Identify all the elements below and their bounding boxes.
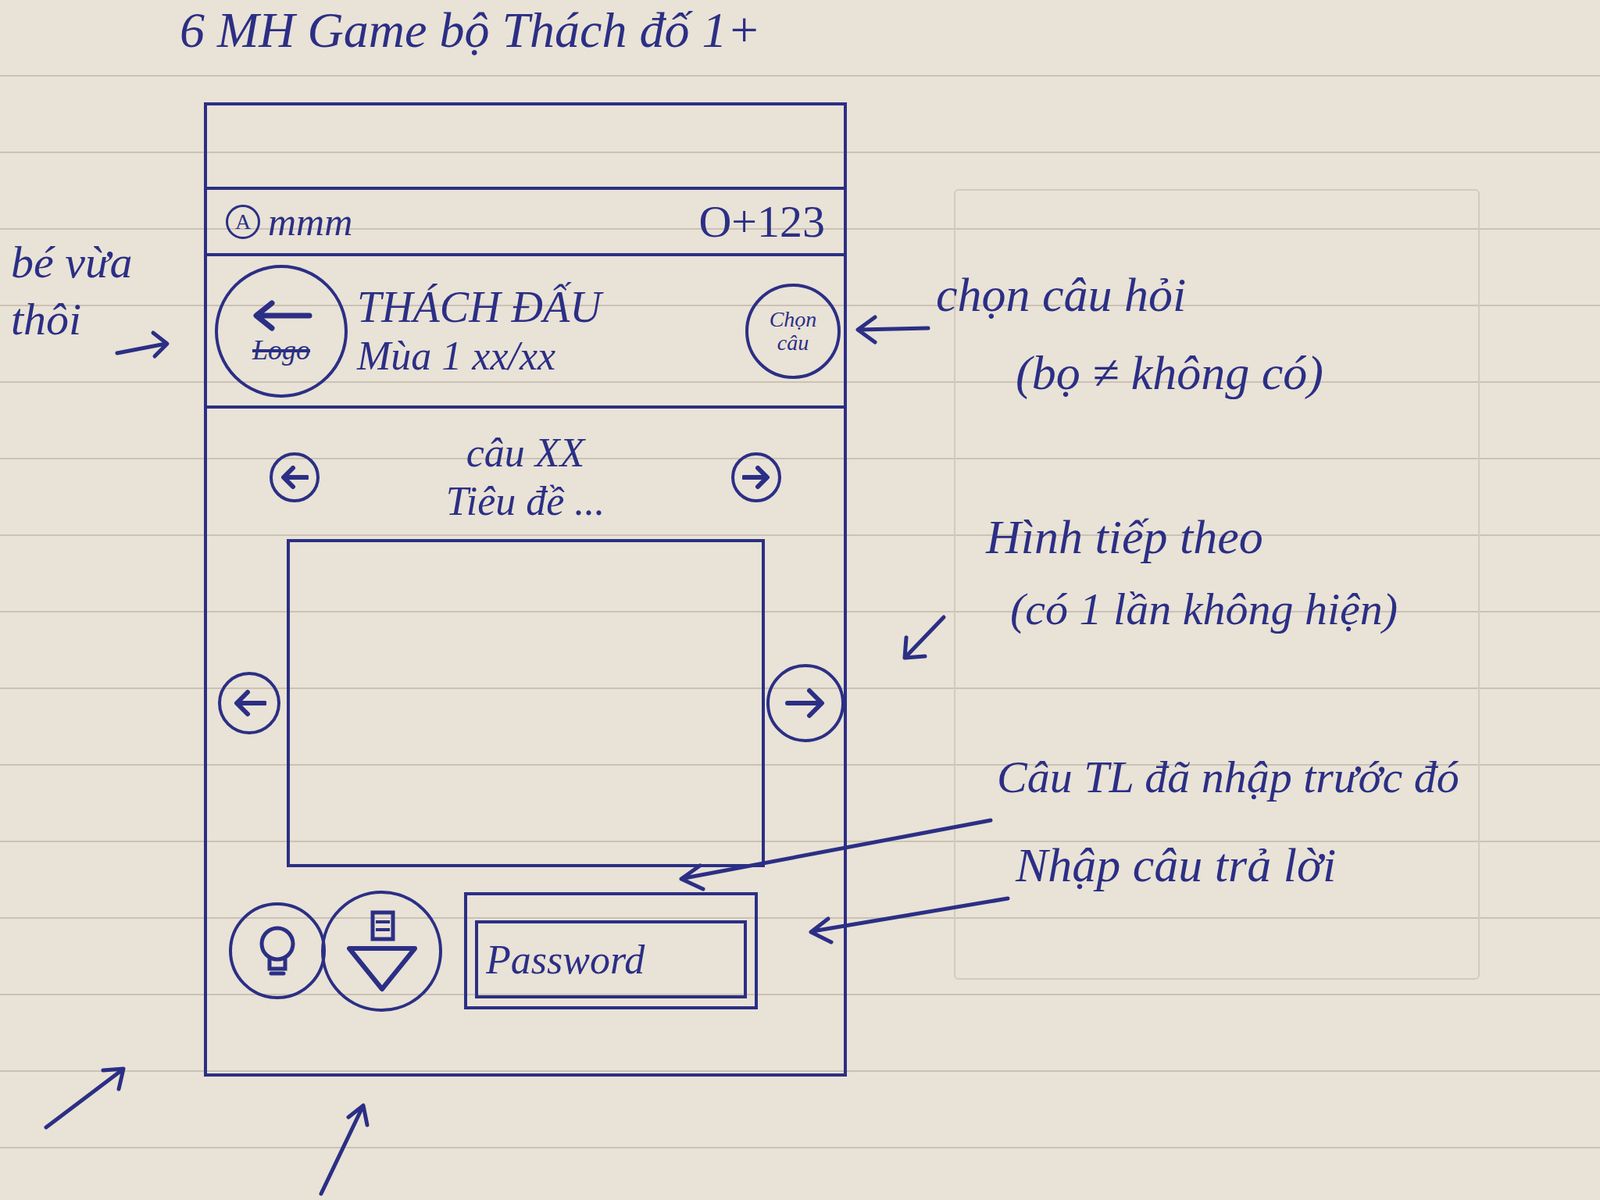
side-note-line: bé vừa [10,234,133,292]
note: (có 1 lần không hiện) [1010,582,1398,637]
side-note-line: thôi [10,291,133,349]
header-titles: THÁCH ĐẤU Mùa 1 xx/xx [357,282,736,379]
side-note: bé vừa thôi [10,234,133,348]
back-button[interactable]: Logo [214,264,348,398]
status-left: A mmm [225,202,353,242]
right-arrow-icon [742,465,771,490]
note: chọn câu hỏi [935,265,1186,324]
prev-question-button[interactable] [269,452,320,503]
back-arrow-icon [250,298,313,333]
answer-field-wrap [464,892,758,1010]
lightbulb-icon [253,923,301,979]
phone-frame: A mmm O+123 Logo THÁCH ĐẤU Mùa 1 xx/xx C… [203,102,847,1077]
signal-text: mmm [267,202,353,242]
image-row [207,539,844,868]
note: Hình tiếp theo [985,507,1264,566]
save-button[interactable] [321,890,443,1012]
left-arrow-icon [232,689,267,718]
question-text: câu XX Tiêu đề ... [446,428,606,527]
right-arrow-icon [784,685,827,721]
status-bar: A mmm O+123 [207,189,844,257]
battery-text: O+123 [698,199,825,245]
note: Nhập câu trả lời [1015,835,1336,894]
note: (bọ ≠ không có) [1015,343,1324,402]
save-download-icon [342,907,422,994]
question-title: Tiêu đề ... [446,477,606,526]
answer-field[interactable] [475,920,747,999]
status-badge: A [225,204,261,240]
top-blank-area [207,105,844,190]
left-arrow-icon [280,465,309,490]
bottom-bar [207,867,844,1012]
question-heading: câu XX Tiêu đề ... [207,408,844,540]
question-image [286,539,765,868]
hint-button[interactable] [228,902,326,1000]
header-title: THÁCH ĐẤU [357,282,602,333]
pick-question-button[interactable]: Chọn câu [745,283,841,379]
page-heading: 6 MH Game bộ Thách đố 1+ [179,3,761,58]
next-image-button[interactable] [766,664,845,743]
question-number: câu XX [466,428,586,478]
header: Logo THÁCH ĐẤU Mùa 1 xx/xx Chọn câu [207,256,844,409]
header-subtitle: Mùa 1 xx/xx [357,332,556,380]
note: Câu TL đã nhập trước đó [996,750,1460,805]
prev-image-button[interactable] [217,671,281,735]
next-question-button[interactable] [731,452,782,503]
pick-question-label: Chọn câu [754,307,832,354]
notebook-page: 6 MH Game bộ Thách đố 1+ bé vừa thôi A m… [0,0,1600,1200]
logo-text: Logo [252,335,311,365]
